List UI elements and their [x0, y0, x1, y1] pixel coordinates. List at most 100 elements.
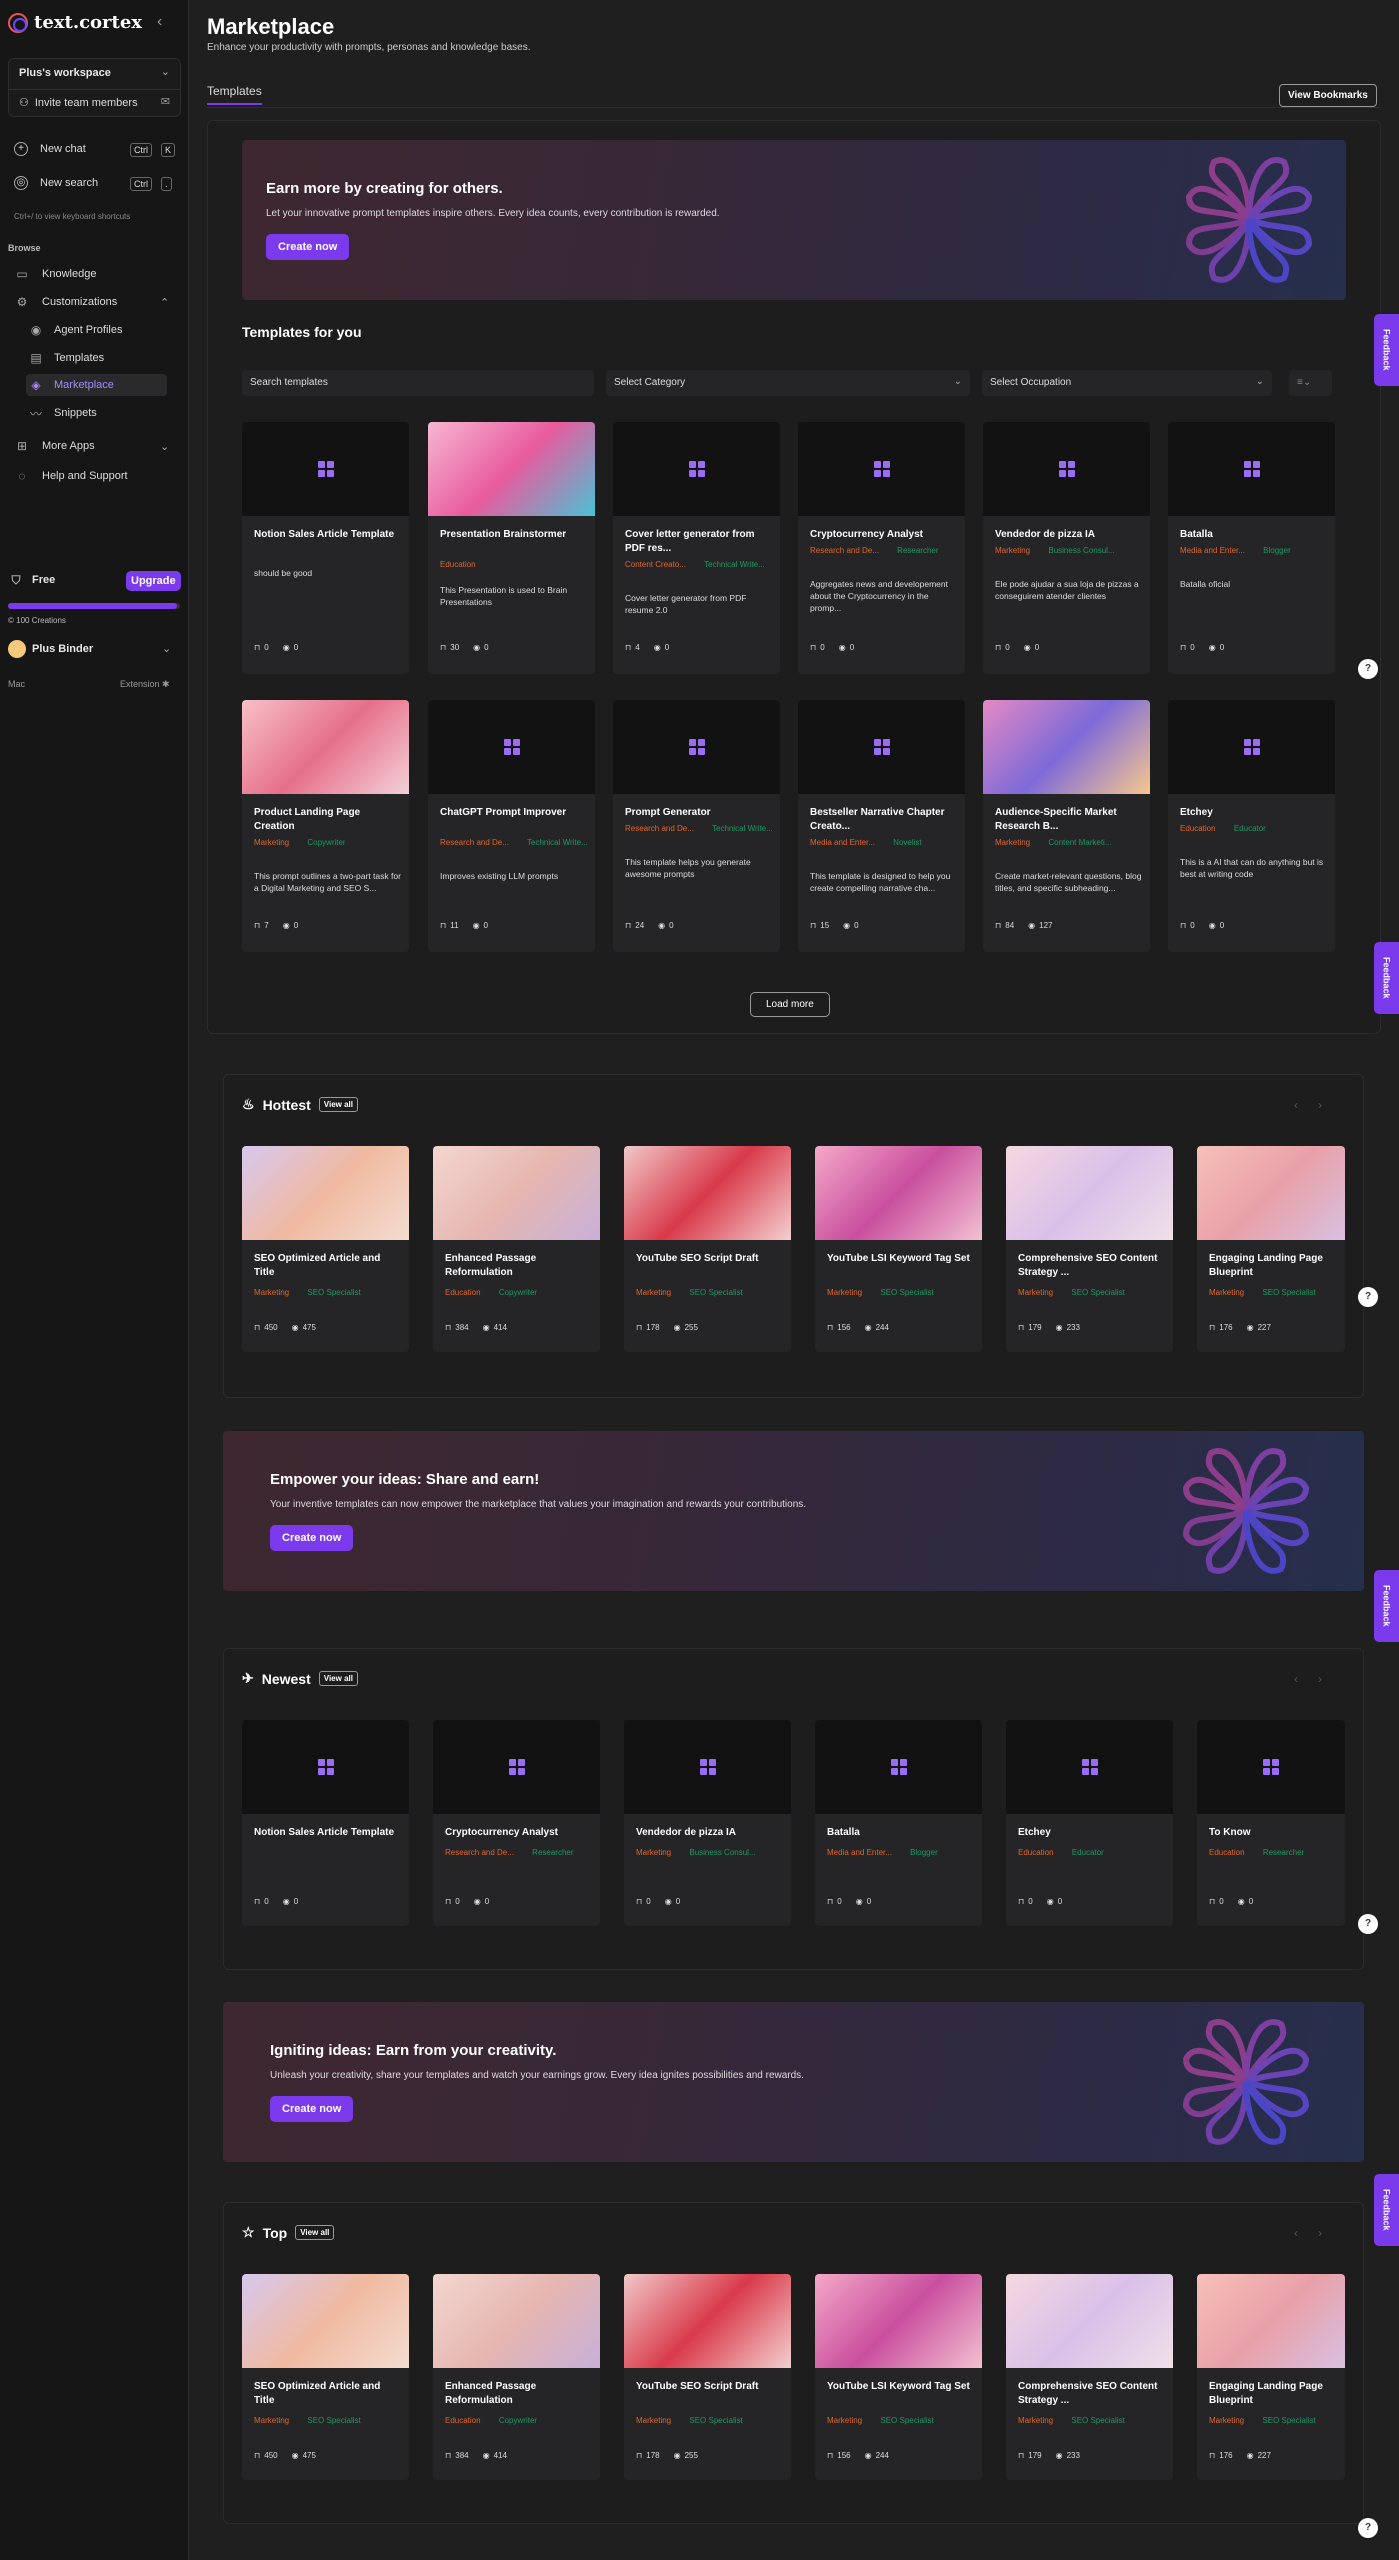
template-card[interactable]: Bestseller Narrative Chapter Creato... Me… [798, 700, 965, 952]
template-card[interactable]: YouTube LSI Keyword Tag Set Marketing SEO… [815, 2274, 982, 2480]
save-count[interactable]: ⊓ 0 [810, 643, 825, 652]
sidebar-item-customizations[interactable]: ⚙ Customizations ⌃ [14, 294, 174, 310]
user-menu[interactable]: Plus Binder [8, 640, 93, 658]
feedback-tab[interactable]: Feedback [1374, 1570, 1399, 1642]
view-bookmarks-button[interactable]: View Bookmarks [1279, 84, 1377, 107]
sidebar-item-snippets[interactable]: 〰 Snippets [26, 402, 166, 424]
create-now-button[interactable]: Create now [270, 1525, 354, 1551]
template-card[interactable]: YouTube SEO Script Draft Marketing SEO Sp… [624, 2274, 791, 2480]
template-card[interactable]: Product Landing Page Creation Marketing C… [242, 700, 409, 952]
template-card[interactable]: Etchey Education Educator This is a AI th… [1168, 700, 1335, 952]
sidebar-item-agent-profiles[interactable]: ◉ Agent Profiles [26, 319, 166, 341]
new-chat-button[interactable]: + New chat [14, 142, 86, 156]
template-card[interactable]: Comprehensive SEO Content Strategy ... Ma… [1006, 1146, 1173, 1352]
template-card[interactable]: SEO Optimized Article and Title Marketing… [242, 1146, 409, 1352]
load-more-button[interactable]: Load more [750, 992, 830, 1017]
hottest-view-all-button[interactable]: View all [318, 1097, 358, 1112]
sidebar-item-knowledge[interactable]: ▭ Knowledge [14, 266, 96, 282]
invite-members-button[interactable]: ⚇ Invite team members [19, 96, 138, 110]
save-count[interactable]: ⊓ 179 [1018, 1323, 1042, 1332]
template-card[interactable]: Cryptocurrency Analyst Research and De...… [433, 1720, 600, 1926]
chevron-right-icon[interactable]: › [1318, 1098, 1322, 1112]
mac-app-link[interactable]: Mac [8, 679, 25, 689]
save-count[interactable]: ⊓ 384 [445, 1323, 469, 1332]
feedback-tab[interactable]: Feedback [1374, 2174, 1399, 2246]
template-card[interactable]: Notion Sales Article Template ⊓ 0 ◉ 0 [242, 1720, 409, 1926]
save-count[interactable]: ⊓ 30 [440, 643, 459, 652]
save-count[interactable]: ⊓ 0 [1180, 921, 1195, 930]
help-icon[interactable]: ? [1358, 1287, 1378, 1307]
template-card[interactable]: Enhanced Passage Reformulation Education … [433, 2274, 600, 2480]
create-now-button[interactable]: Create now [266, 234, 350, 260]
save-count[interactable]: ⊓ 176 [1209, 1323, 1233, 1332]
save-count[interactable]: ⊓ 0 [254, 643, 269, 652]
save-count[interactable]: ⊓ 15 [810, 921, 829, 930]
chevron-right-icon[interactable]: › [1318, 1672, 1322, 1686]
chevron-left-icon[interactable]: ‹ [1294, 1098, 1298, 1112]
sidebar-item-more-apps[interactable]: ⊞ More Apps ⌄ [14, 438, 174, 454]
save-count[interactable]: ⊓ 0 [445, 1897, 460, 1906]
template-card[interactable]: YouTube SEO Script Draft Marketing SEO Sp… [624, 1146, 791, 1352]
save-count[interactable]: ⊓ 156 [827, 1323, 851, 1332]
template-card[interactable]: Notion Sales Article Template should be g… [242, 422, 409, 674]
save-count[interactable]: ⊓ 0 [254, 1897, 269, 1906]
save-count[interactable]: ⊓ 7 [254, 921, 269, 930]
save-count[interactable]: ⊓ 179 [1018, 2451, 1042, 2460]
save-count[interactable]: ⊓ 156 [827, 2451, 851, 2460]
top-view-all-button[interactable]: View all [295, 2225, 335, 2240]
template-card[interactable]: Comprehensive SEO Content Strategy ... Ma… [1006, 2274, 1173, 2480]
chevron-down-icon[interactable]: ⌄ [161, 65, 170, 78]
category-select[interactable]: Select Category ⌄ [606, 370, 970, 396]
template-card[interactable]: Vendedor de pizza IA Marketing Business C… [983, 422, 1150, 674]
search-input[interactable]: Search templates [242, 370, 594, 396]
sidebar-item-templates[interactable]: ▤ Templates [26, 347, 166, 369]
tab-templates[interactable]: Templates [207, 84, 262, 105]
template-card[interactable]: Enhanced Passage Reformulation Education … [433, 1146, 600, 1352]
save-count[interactable]: ⊓ 84 [995, 921, 1014, 930]
save-count[interactable]: ⊓ 178 [636, 2451, 660, 2460]
save-count[interactable]: ⊓ 0 [995, 643, 1010, 652]
save-count[interactable]: ⊓ 450 [254, 1323, 278, 1332]
chevron-left-icon[interactable]: ‹ [1294, 1672, 1298, 1686]
chevron-left-icon[interactable]: ‹ [1294, 2226, 1298, 2240]
save-count[interactable]: ⊓ 24 [625, 921, 644, 930]
help-icon[interactable]: ? [1358, 1914, 1378, 1934]
create-now-button[interactable]: Create now [270, 2096, 354, 2122]
help-icon[interactable]: ? [1358, 659, 1378, 679]
extension-link[interactable]: Extension ✱ [120, 679, 170, 690]
save-count[interactable]: ⊓ 11 [440, 921, 459, 930]
new-search-button[interactable]: ◎ New search [14, 176, 98, 190]
save-count[interactable]: ⊓ 178 [636, 1323, 660, 1332]
template-card[interactable]: Vendedor de pizza IA Marketing Business C… [624, 1720, 791, 1926]
sidebar-item-marketplace[interactable]: ◈ Marketplace [26, 374, 167, 396]
template-card[interactable]: SEO Optimized Article and Title Marketing… [242, 2274, 409, 2480]
upgrade-button[interactable]: Upgrade [126, 571, 181, 591]
template-card[interactable]: Cryptocurrency Analyst Research and De...… [798, 422, 965, 674]
chevron-down-icon[interactable]: ⌄ [162, 642, 171, 655]
sidebar-item-help[interactable]: ◌ Help and Support [14, 468, 127, 484]
save-count[interactable]: ⊓ 0 [636, 1897, 651, 1906]
feedback-tab[interactable]: Feedback [1374, 314, 1399, 386]
template-card[interactable]: Etchey Education Educator ⊓ 0 ◉ 0 [1006, 1720, 1173, 1926]
logo[interactable]: text.cortex [8, 12, 142, 33]
template-card[interactable]: Presentation Brainstormer Education This … [428, 422, 595, 674]
template-card[interactable]: To Know Education Researcher ⊓ 0 ◉ 0 [1197, 1720, 1345, 1926]
chevron-right-icon[interactable]: › [1318, 2226, 1322, 2240]
workspace-name[interactable]: Plus's workspace [19, 67, 111, 79]
save-count[interactable]: ⊓ 0 [1018, 1897, 1033, 1906]
template-card[interactable]: Engaging Landing Page Blueprint Marketing… [1197, 2274, 1345, 2480]
feedback-tab[interactable]: Feedback [1374, 942, 1399, 1014]
save-count[interactable]: ⊓ 450 [254, 2451, 278, 2460]
newest-view-all-button[interactable]: View all [318, 1671, 358, 1686]
template-card[interactable]: Engaging Landing Page Blueprint Marketing… [1197, 1146, 1345, 1352]
save-count[interactable]: ⊓ 0 [1180, 643, 1195, 652]
template-card[interactable]: Audience-Specific Market Research B... Ma… [983, 700, 1150, 952]
occupation-select[interactable]: Select Occupation ⌄ [982, 370, 1272, 396]
template-card[interactable]: YouTube LSI Keyword Tag Set Marketing SEO… [815, 1146, 982, 1352]
help-icon[interactable]: ? [1358, 2518, 1378, 2538]
sort-button[interactable]: ≡⌄ [1289, 370, 1332, 396]
save-count[interactable]: ⊓ 0 [1209, 1897, 1224, 1906]
save-count[interactable]: ⊓ 4 [625, 643, 640, 652]
save-count[interactable]: ⊓ 384 [445, 2451, 469, 2460]
template-card[interactable]: Cover letter generator from PDF res... Co… [613, 422, 780, 674]
